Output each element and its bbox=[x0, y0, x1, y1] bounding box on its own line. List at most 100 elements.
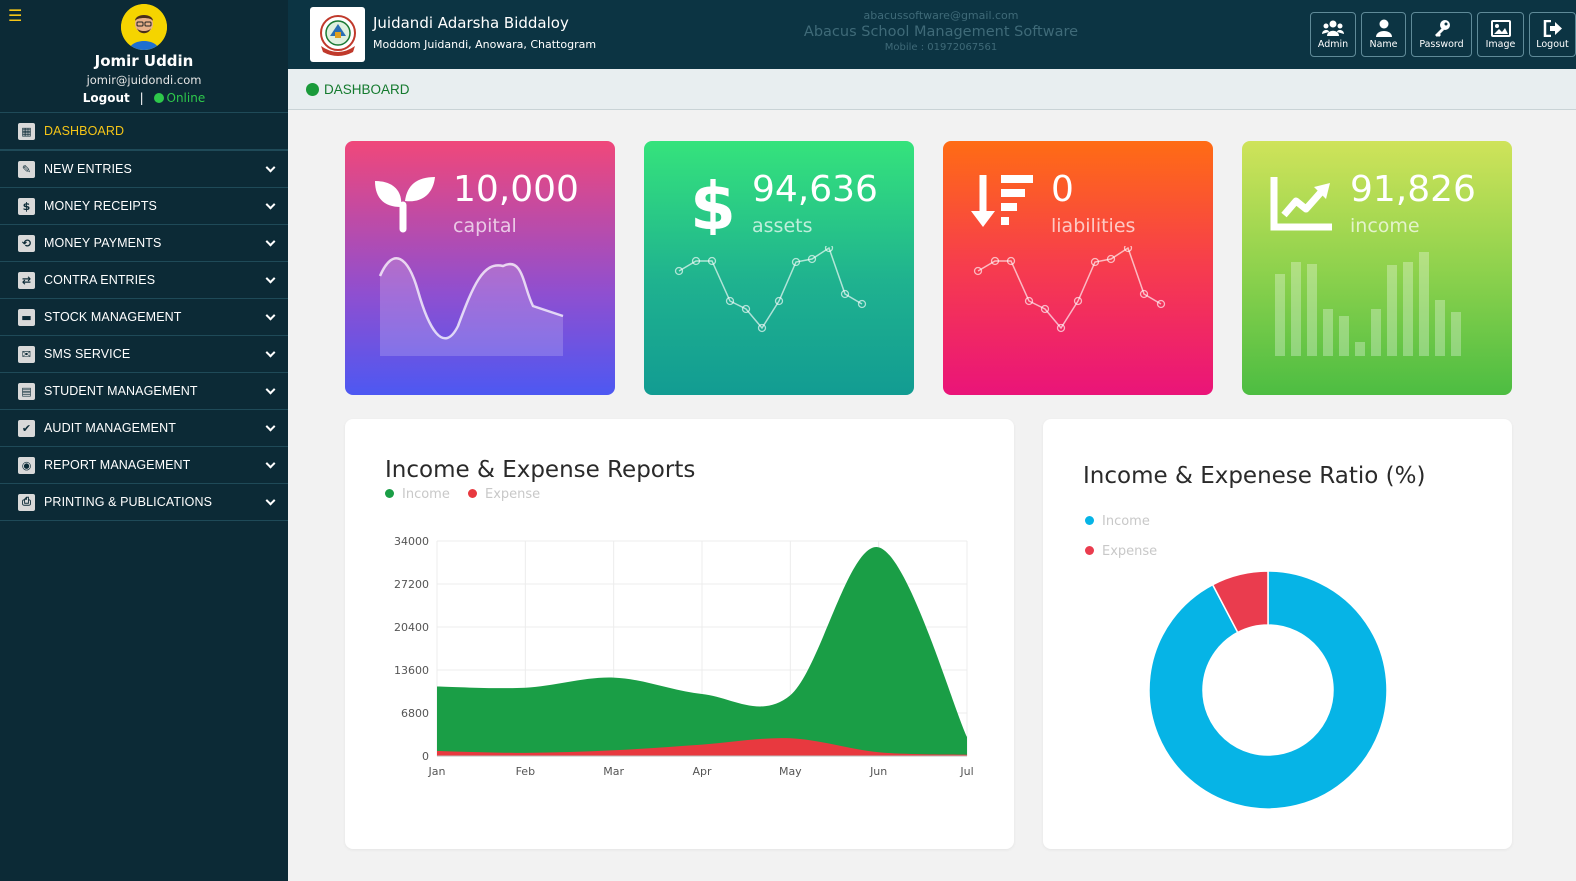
x-tick-label: Jun bbox=[869, 765, 887, 778]
password-button-label: Password bbox=[1419, 39, 1464, 50]
header-buttons: Admin Name Password Image Logout bbox=[1310, 12, 1576, 57]
sidebar-nav: ▦ DASHBOARD ✎ NEW ENTRIES $ MONEY RECEIP… bbox=[0, 113, 288, 521]
check-icon: ✔ bbox=[18, 419, 35, 437]
income-expense-area-chart: 34000 27200 20400 13600 6800 0 Jan Feb Mar Apr May… bbox=[394, 535, 974, 778]
breadcrumb: DASHBOARD bbox=[288, 69, 1576, 110]
user-status-line: Logout | Online bbox=[0, 91, 288, 105]
y-tick-label: 27200 bbox=[394, 578, 429, 591]
capital-sparkline bbox=[378, 257, 564, 356]
chevron-down-icon bbox=[265, 273, 276, 284]
legend-dot-icon bbox=[1085, 546, 1094, 555]
user-profile: Jomir Uddin jomir@juidondi.com Logout | … bbox=[0, 0, 288, 113]
image-button[interactable]: Image bbox=[1477, 12, 1524, 57]
income-label: income bbox=[1350, 215, 1420, 237]
user-email: jomir@juidondi.com bbox=[86, 73, 202, 87]
chevron-down-icon bbox=[265, 458, 276, 469]
chevron-down-icon bbox=[265, 347, 276, 358]
logout-button[interactable]: Logout bbox=[1529, 12, 1576, 57]
liabilities-value: 0 bbox=[1051, 169, 1074, 210]
chevron-down-icon bbox=[265, 384, 276, 395]
legend-item-expense[interactable]: Expense bbox=[1085, 544, 1157, 559]
capital-card: 10,000 capital bbox=[345, 141, 615, 395]
sidebar-item-label: STOCK MANAGEMENT bbox=[44, 310, 182, 324]
assets-label: assets bbox=[752, 215, 813, 237]
sprout-icon bbox=[375, 177, 435, 233]
users-icon bbox=[1322, 20, 1344, 36]
legend-item-expense[interactable]: Expense bbox=[467, 487, 541, 502]
sidebar-item-printing-publications[interactable]: ⎙ PRINTING & PUBLICATIONS bbox=[0, 484, 288, 521]
assets-sparkline bbox=[674, 246, 867, 333]
y-tick-label: 0 bbox=[422, 750, 429, 763]
image-button-label: Image bbox=[1485, 38, 1516, 50]
sidebar-item-label: REPORT MANAGEMENT bbox=[44, 458, 191, 472]
dollar-icon: $ bbox=[18, 197, 35, 215]
income-expense-report-panel: Income & Expense Reports Income Expense … bbox=[345, 419, 1014, 849]
x-tick-label: Jul bbox=[959, 765, 973, 778]
assets-value: 94,636 bbox=[752, 169, 878, 210]
income-value: 91,826 bbox=[1350, 169, 1476, 210]
x-tick-label: Mar bbox=[603, 765, 624, 778]
sidebar-item-label: NEW ENTRIES bbox=[44, 162, 132, 176]
sidebar-item-audit-management[interactable]: ✔ AUDIT MANAGEMENT bbox=[0, 410, 288, 447]
envelope-icon: ✉ bbox=[18, 345, 35, 363]
sidebar-item-student-management[interactable]: ▤ STUDENT MANAGEMENT bbox=[0, 373, 288, 410]
name-button-label: Name bbox=[1369, 39, 1398, 50]
legend-label: Income bbox=[1102, 514, 1150, 529]
sidebar-item-label: MONEY RECEIPTS bbox=[44, 199, 157, 213]
sidebar-item-dashboard[interactable]: ▦ DASHBOARD bbox=[0, 113, 288, 151]
capital-label: capital bbox=[453, 215, 517, 237]
legend-dot-icon bbox=[385, 489, 394, 498]
sidebar-item-sms-service[interactable]: ✉ SMS SERVICE bbox=[0, 336, 288, 373]
logout-button-label: Logout bbox=[1536, 38, 1569, 50]
online-dot-icon bbox=[153, 93, 164, 103]
income-expense-ratio-panel: Income & Expenese Ratio (%) Income Expen… bbox=[1043, 419, 1512, 849]
y-tick-label: 34000 bbox=[394, 535, 429, 548]
chevron-down-icon bbox=[265, 162, 276, 173]
sidebar-item-stock-management[interactable]: ▬ STOCK MANAGEMENT bbox=[0, 299, 288, 336]
x-tick-label: Feb bbox=[516, 765, 535, 778]
dollar-sign-icon: $ bbox=[690, 171, 736, 235]
breadcrumb-label[interactable]: DASHBOARD bbox=[324, 82, 410, 97]
sidebar-item-label: MONEY PAYMENTS bbox=[44, 236, 162, 250]
chevron-down-icon bbox=[265, 495, 276, 506]
logout-link[interactable]: Logout bbox=[83, 91, 130, 105]
legend-item-income[interactable]: Income bbox=[1085, 514, 1150, 529]
legend-label: Expense bbox=[484, 487, 541, 502]
sidebar-item-money-receipts[interactable]: $ MONEY RECEIPTS bbox=[0, 188, 288, 225]
sidebar-item-money-payments[interactable]: ⟲ MONEY PAYMENTS bbox=[0, 225, 288, 262]
y-tick-label: 13600 bbox=[394, 664, 429, 677]
logout-icon bbox=[1543, 19, 1562, 37]
sidebar-item-contra-entries[interactable]: ⇄ CONTRA ENTRIES bbox=[0, 262, 288, 299]
sidebar-item-report-management[interactable]: ◉ REPORT MANAGEMENT bbox=[0, 447, 288, 484]
legend-label: Income bbox=[402, 487, 450, 502]
sidebar: ☰ Jomir Uddin jomir@juidondi.com Logout … bbox=[0, 0, 288, 881]
sidebar-item-label: STUDENT MANAGEMENT bbox=[44, 384, 198, 398]
income-bars bbox=[1275, 252, 1461, 356]
chevron-down-icon bbox=[265, 236, 276, 247]
breadcrumb-dot-icon bbox=[306, 82, 319, 96]
area-chart-icon bbox=[1270, 177, 1332, 231]
dashboard-icon: ▦ bbox=[18, 122, 35, 140]
image-icon bbox=[1490, 19, 1511, 37]
capital-value: 10,000 bbox=[453, 169, 579, 210]
legend-item-income[interactable]: Income bbox=[385, 487, 450, 502]
legend-dot-icon bbox=[1085, 516, 1094, 525]
chevron-down-icon bbox=[265, 310, 276, 321]
liabilities-sparkline bbox=[973, 246, 1166, 333]
sidebar-item-label: DASHBOARD bbox=[44, 124, 125, 138]
online-status: Online bbox=[166, 91, 206, 105]
student-icon: ▤ bbox=[18, 382, 35, 400]
admin-button-label: Admin bbox=[1317, 39, 1349, 50]
name-button[interactable]: Name bbox=[1361, 12, 1406, 57]
panel-title: Income & Expenese Ratio (%) bbox=[1083, 463, 1426, 489]
exchange-icon: ⇄ bbox=[18, 271, 35, 289]
legend-label: Expense bbox=[1102, 544, 1158, 559]
sidebar-item-new-entries[interactable]: ✎ NEW ENTRIES bbox=[0, 151, 288, 188]
user-icon bbox=[1375, 19, 1392, 37]
stock-icon: ▬ bbox=[18, 308, 35, 326]
chevron-down-icon bbox=[265, 199, 276, 210]
sort-amount-down-icon bbox=[971, 175, 1033, 227]
admin-button[interactable]: Admin bbox=[1310, 12, 1356, 57]
sidebar-item-label: AUDIT MANAGEMENT bbox=[44, 421, 176, 435]
password-button[interactable]: Password bbox=[1411, 12, 1472, 57]
